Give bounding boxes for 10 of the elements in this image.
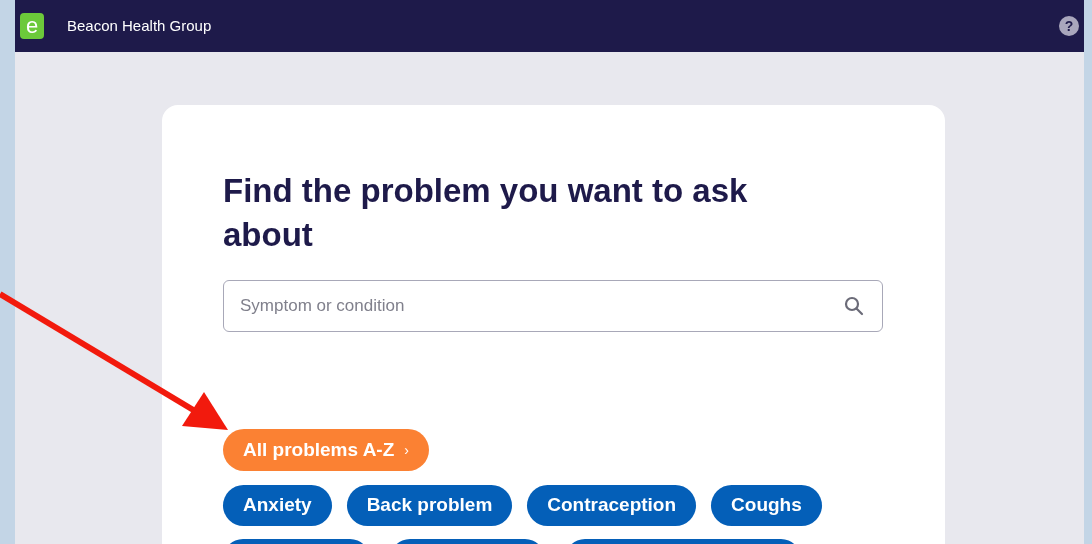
help-button[interactable]: ?: [1059, 16, 1079, 36]
topic-pill[interactable]: Contraception: [527, 485, 697, 526]
search-icon[interactable]: [844, 296, 864, 316]
search-field[interactable]: Symptom or condition: [223, 280, 883, 332]
page-heading: Find the problem you want to ask about: [223, 171, 749, 255]
topic-pill[interactable]: Back problem: [346, 485, 513, 526]
topic-pill[interactable]: Coughs: [711, 485, 822, 526]
topic-pill[interactable]: Anxiety: [223, 485, 332, 526]
logo-icon: e: [20, 13, 44, 39]
app-title: Beacon Health Group: [67, 15, 212, 36]
